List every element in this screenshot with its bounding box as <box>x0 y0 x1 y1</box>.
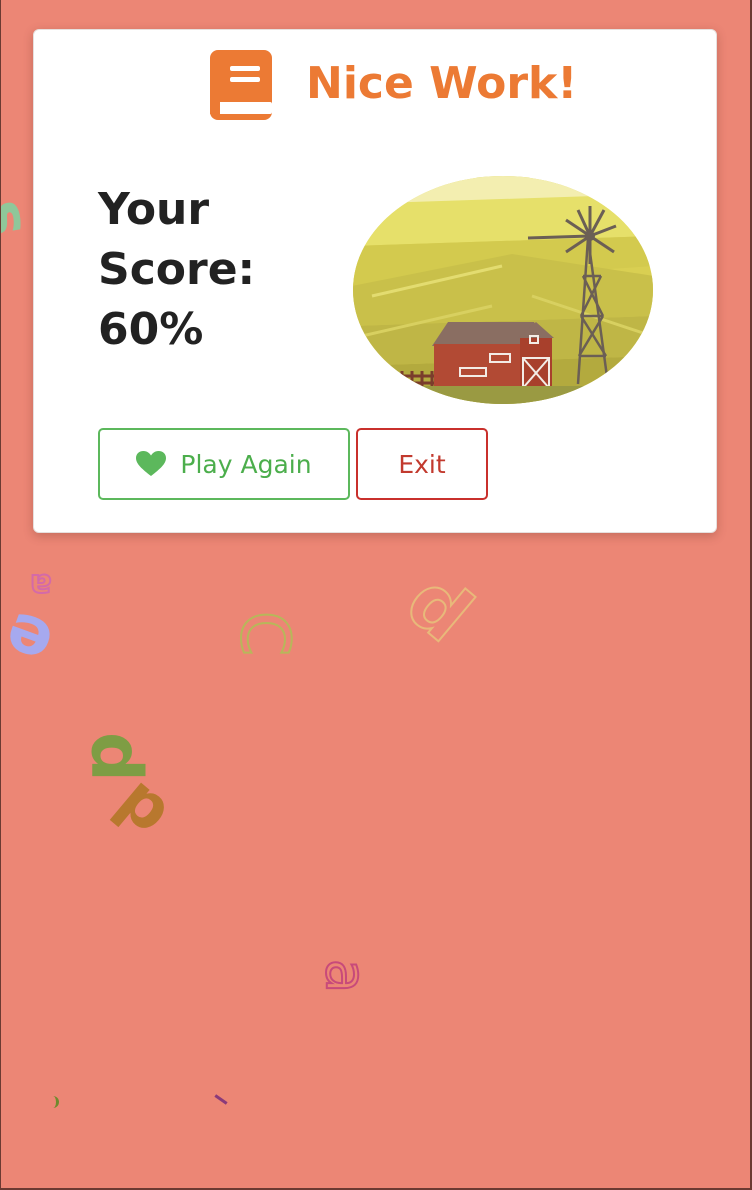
floating-letter-a: a <box>29 566 53 606</box>
book-icon <box>210 50 272 120</box>
floating-letter-c: c <box>220 609 325 659</box>
heart-icon <box>136 451 167 476</box>
floating-letter-a: a <box>312 958 379 994</box>
floating-mark <box>48 1096 59 1108</box>
score-value: 60% <box>98 304 204 355</box>
play-again-button[interactable]: Play Again <box>98 428 350 500</box>
score-line: Score: <box>98 244 256 295</box>
farm-illustration <box>353 176 653 404</box>
score-line: Your <box>98 184 210 235</box>
floating-mark <box>214 1094 228 1105</box>
floating-letter-e: e <box>0 595 63 684</box>
dialog-title: Nice Work! <box>306 58 578 109</box>
floating-letter-d: d <box>99 766 183 854</box>
score-text: Your Score: 60% <box>98 180 298 360</box>
exit-button[interactable]: Exit <box>356 428 488 500</box>
result-dialog: Nice Work! Your Score: 60% Play Again Ex… <box>33 29 717 533</box>
exit-label: Exit <box>398 449 446 479</box>
floating-letter-d: d <box>389 555 490 660</box>
play-again-label: Play Again <box>180 449 312 479</box>
floating-letter-s: s <box>0 196 36 242</box>
floating-letter-p: p <box>66 731 149 783</box>
